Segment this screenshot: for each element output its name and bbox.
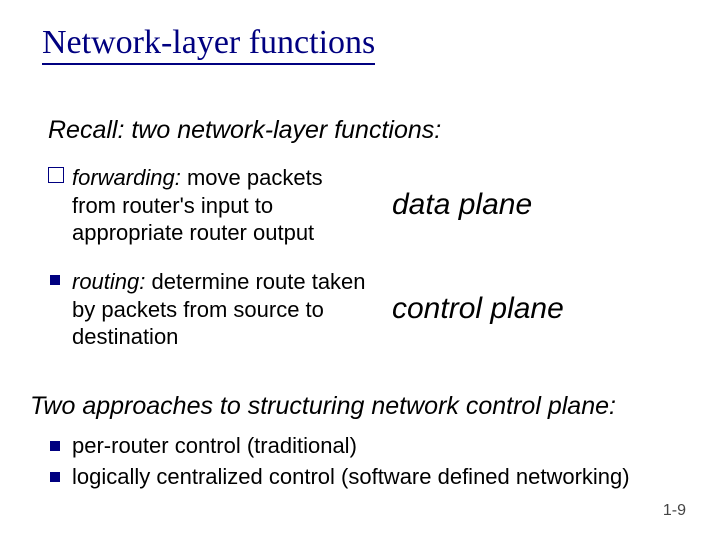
forwarding-term: forwarding: bbox=[72, 165, 181, 190]
slide-title: Network-layer functions bbox=[42, 24, 375, 65]
checkbox-bullet-icon bbox=[48, 167, 64, 183]
approach-2-text: logically centralized control (software … bbox=[72, 463, 630, 492]
square-bullet-icon bbox=[50, 472, 60, 482]
approach-item-2: logically centralized control (software … bbox=[48, 463, 630, 492]
routing-term: routing: bbox=[72, 269, 145, 294]
bullet-routing: routing: determine route taken by packet… bbox=[48, 268, 688, 351]
routing-text: routing: determine route taken by packet… bbox=[72, 268, 372, 351]
control-plane-label: control plane bbox=[392, 292, 564, 326]
square-bullet-icon bbox=[50, 275, 60, 285]
forwarding-text: forwarding: move packets from router's i… bbox=[72, 164, 372, 247]
square-bullet-icon bbox=[50, 441, 60, 451]
approach-1-text: per-router control (traditional) bbox=[72, 432, 357, 461]
bullet-forwarding: forwarding: move packets from router's i… bbox=[48, 164, 688, 247]
approaches-heading: Two approaches to structuring network co… bbox=[30, 392, 616, 421]
slide: Network-layer functions Recall: two netw… bbox=[0, 0, 720, 540]
approach-item-1: per-router control (traditional) bbox=[48, 432, 630, 461]
recall-line: Recall: two network-layer functions: bbox=[48, 116, 441, 145]
approaches-list: per-router control (traditional) logical… bbox=[48, 432, 630, 493]
data-plane-label: data plane bbox=[392, 188, 532, 222]
page-number: 1-9 bbox=[663, 502, 686, 520]
